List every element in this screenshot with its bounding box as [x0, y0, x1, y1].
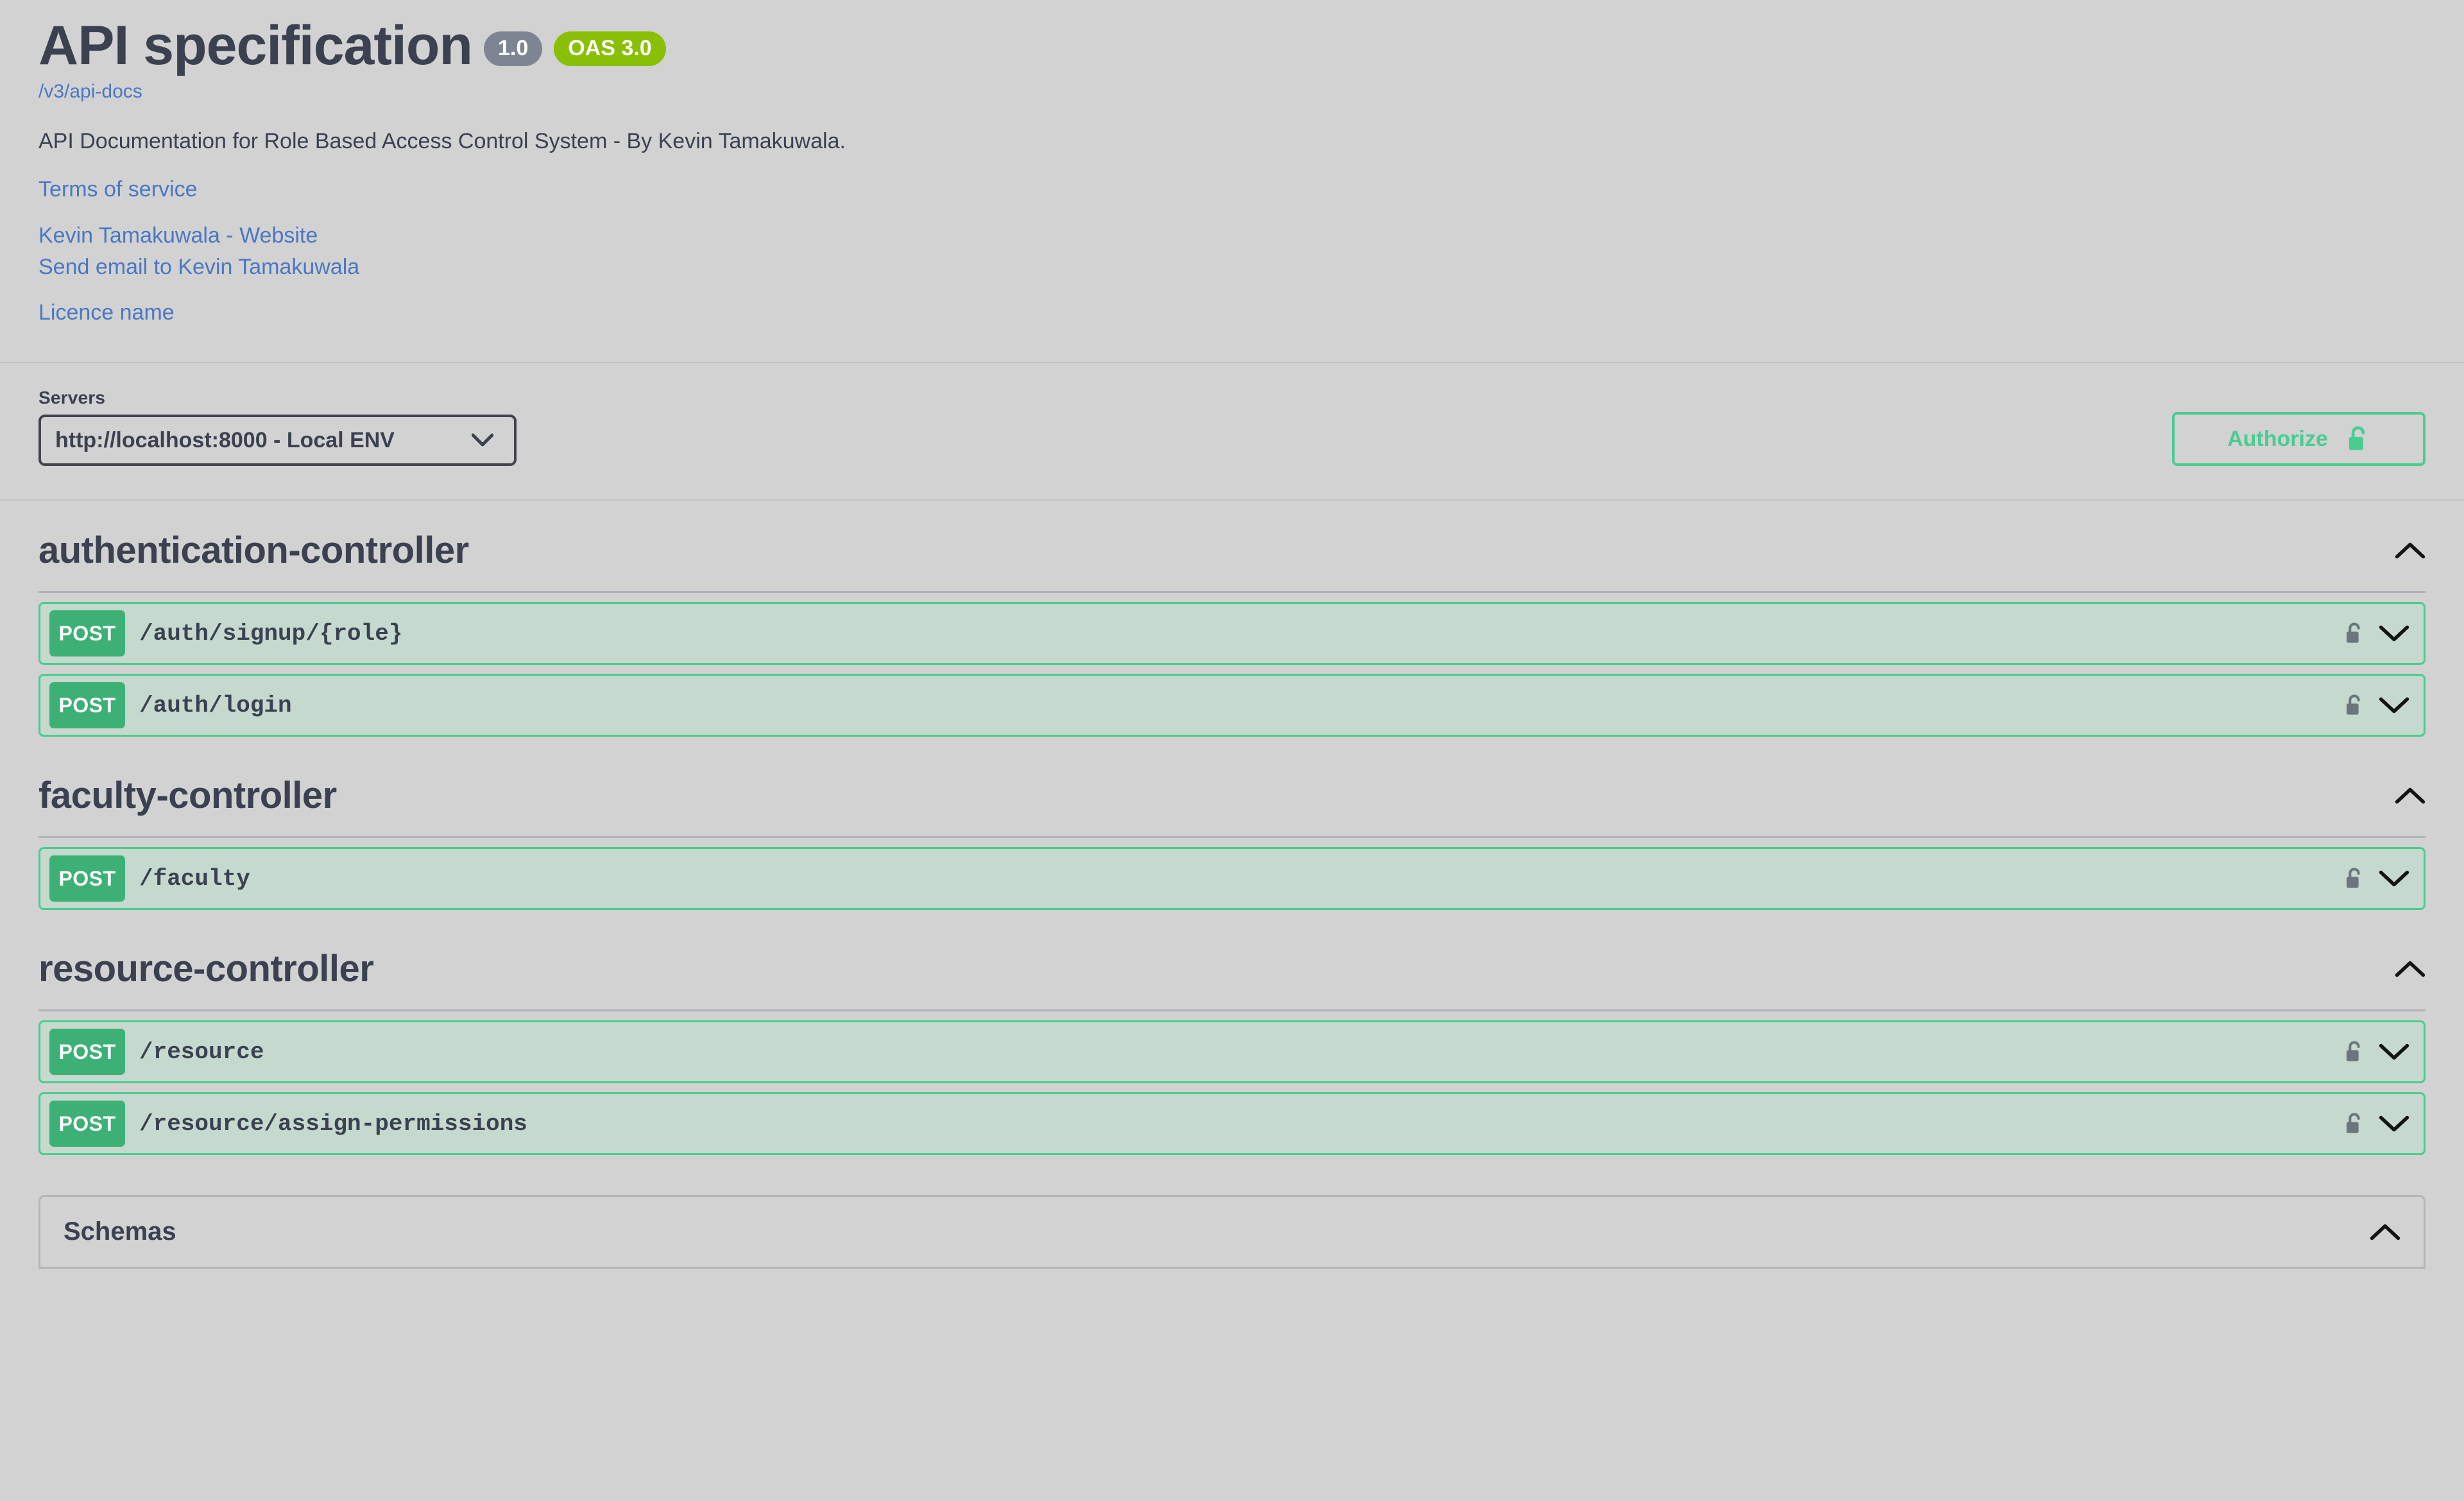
operation-path: /auth/signup/{role} [139, 620, 403, 647]
api-description: API Documentation for Role Based Access … [38, 129, 846, 153]
tag-title: authentication-controller [38, 529, 469, 572]
chevron-up-icon[interactable] [2395, 959, 2426, 979]
operation-path: /resource/assign-permissions [139, 1110, 527, 1137]
operation-path: /resource [139, 1038, 264, 1065]
schemas-title: Schemas [64, 1217, 176, 1246]
tag-title: resource-controller [38, 948, 374, 990]
http-method-badge: POST [49, 1029, 125, 1076]
operation-path: /auth/login [139, 692, 292, 719]
page-title: API specification [38, 15, 473, 76]
http-method-badge: POST [49, 1101, 125, 1147]
unlock-icon[interactable] [2344, 1039, 2365, 1065]
http-method-badge: POST [49, 682, 125, 729]
info-links: Terms of service Kevin Tamakuwala - Webs… [38, 174, 2426, 329]
title-row: API specification 1.0 OAS 3.0 [38, 0, 2426, 73]
oas-version-badge: OAS 3.0 [554, 31, 666, 66]
chevron-down-icon[interactable] [2379, 1042, 2409, 1061]
tag-header-authentication-controller[interactable]: authentication-controller [38, 501, 2426, 594]
operation-summary: POST /resource/assign-permissions [40, 1101, 2424, 1147]
unlock-icon[interactable] [2344, 866, 2365, 891]
operation-summary: POST /auth/login [40, 682, 2424, 729]
server-select[interactable]: http://localhost:8000 - Local ENV [38, 415, 517, 467]
unlock-icon[interactable] [2344, 692, 2365, 718]
operation-controls [2344, 1039, 2415, 1065]
unlock-icon [2346, 425, 2370, 453]
servers-group: Servers http://localhost:8000 - Local EN… [38, 388, 517, 467]
chevron-up-icon[interactable] [2395, 786, 2426, 805]
operations-container: authentication-controller POST /auth/sig… [0, 501, 2464, 1156]
tag-title: faculty-controller [38, 775, 337, 817]
servers-label: Servers [38, 388, 106, 408]
unlock-icon[interactable] [2344, 621, 2365, 646]
authorize-button[interactable]: Authorize [2172, 412, 2426, 467]
api-docs-url-link[interactable]: /v3/api-docs [38, 81, 2426, 103]
operation-controls [2344, 692, 2415, 718]
schemas-section: Schemas [38, 1195, 2426, 1269]
operation-summary: POST /resource [40, 1029, 2424, 1076]
contact-website-link[interactable]: Kevin Tamakuwala - Website [38, 220, 2426, 252]
operation-controls [2344, 621, 2415, 646]
chevron-up-icon[interactable] [2395, 541, 2426, 560]
version-badge: 1.0 [483, 31, 543, 66]
chevron-down-icon[interactable] [2379, 869, 2409, 888]
operation-row[interactable]: POST /faculty [38, 847, 2426, 911]
operation-row[interactable]: POST /resource [38, 1020, 2426, 1084]
servers-bar: Servers http://localhost:8000 - Local EN… [0, 363, 2464, 499]
chevron-down-icon[interactable] [2379, 624, 2409, 643]
operation-controls [2344, 1111, 2415, 1136]
contact-email-link[interactable]: Send email to Kevin Tamakuwala [38, 252, 2426, 283]
http-method-badge: POST [49, 855, 125, 902]
unlock-icon[interactable] [2344, 1111, 2365, 1136]
operation-summary: POST /faculty [40, 855, 2424, 902]
licence-link[interactable]: Licence name [38, 297, 2426, 329]
operation-row[interactable]: POST /resource/assign-permissions [38, 1092, 2426, 1156]
chevron-down-icon[interactable] [2379, 1114, 2409, 1133]
chevron-up-icon[interactable] [2370, 1222, 2400, 1242]
authorize-label: Authorize [2227, 426, 2328, 451]
schemas-header[interactable]: Schemas [40, 1197, 2424, 1267]
tag-header-faculty-controller[interactable]: faculty-controller [38, 746, 2426, 839]
api-info-block: API specification 1.0 OAS 3.0 /v3/api-do… [0, 0, 2464, 329]
operation-row[interactable]: POST /auth/signup/{role} [38, 602, 2426, 665]
tag-header-resource-controller[interactable]: resource-controller [38, 919, 2426, 1012]
terms-of-service-link[interactable]: Terms of service [38, 174, 2426, 205]
operation-path: /faculty [139, 865, 250, 892]
operation-controls [2344, 866, 2415, 891]
http-method-badge: POST [49, 610, 125, 657]
operation-summary: POST /auth/signup/{role} [40, 610, 2424, 657]
operation-row[interactable]: POST /auth/login [38, 674, 2426, 737]
chevron-down-icon[interactable] [2379, 696, 2409, 715]
server-select-wrap: http://localhost:8000 - Local ENV [38, 415, 517, 467]
swagger-ui-page: API specification 1.0 OAS 3.0 /v3/api-do… [0, 0, 2464, 1501]
